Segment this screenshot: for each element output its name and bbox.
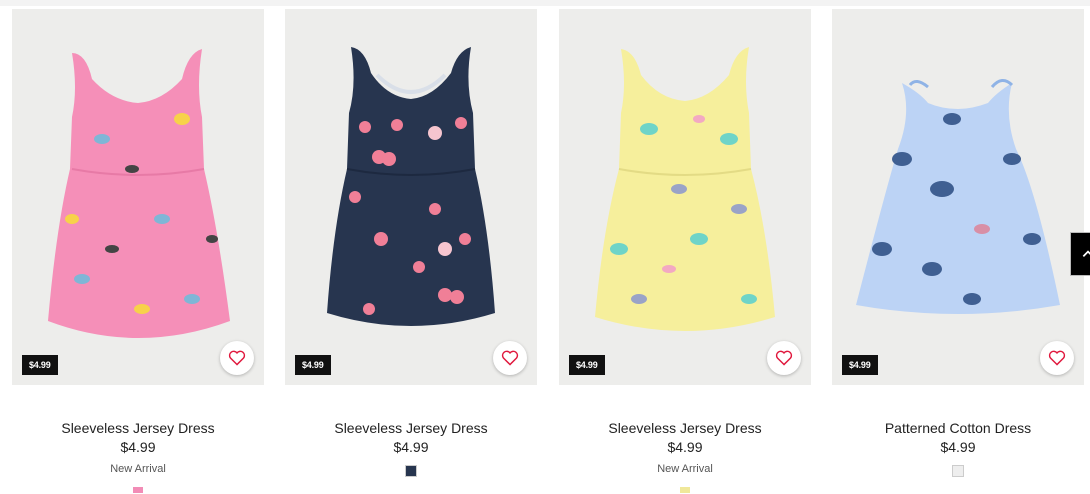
color-swatch[interactable] [133,487,143,493]
product-card-2[interactable]: $4.99 Sleeveless Jersey Dress $4.99 [285,9,537,477]
heart-icon [775,350,793,366]
dress-image-butterfly-yellow [595,47,775,331]
product-image-2[interactable]: $4.99 [285,9,537,385]
product-title[interactable]: Sleeveless Jersey Dress [285,420,537,436]
favorite-button[interactable] [220,341,254,375]
heart-icon [228,350,246,366]
price-tag: $4.99 [295,355,331,375]
product-price: $4.99 [667,439,703,455]
product-image-1[interactable]: $4.99 [12,9,264,385]
product-image-4[interactable]: $4.99 [832,9,1084,385]
color-swatch[interactable] [952,465,964,477]
price-tag: $4.99 [569,355,605,375]
product-title[interactable]: Sleeveless Jersey Dress [559,420,811,436]
product-price: $4.99 [393,439,429,455]
price-tag: $4.99 [22,355,58,375]
favorite-button[interactable] [767,341,801,375]
new-arrival-badge: New Arrival [657,463,713,475]
product-card-3[interactable]: $4.99 Sleeveless Jersey Dress $4.99 New … [559,9,811,493]
product-price: $4.99 [120,439,156,455]
scroll-to-top-button[interactable] [1070,232,1090,276]
product-price: $4.99 [940,439,976,455]
dress-image-cherry-navy [327,47,495,326]
dress-image-butterfly-lightblue [856,79,1060,314]
favorite-button[interactable] [1040,341,1074,375]
new-arrival-badge: New Arrival [110,463,166,475]
color-swatch[interactable] [680,487,690,493]
dress-image-butterfly-pink [48,49,230,338]
arrow-up-icon [1082,250,1090,257]
heart-icon [501,350,519,366]
product-title[interactable]: Patterned Cotton Dress [832,420,1084,436]
product-image-3[interactable]: $4.99 [559,9,811,385]
price-tag: $4.99 [842,355,878,375]
color-swatch[interactable] [405,465,417,477]
product-card-4[interactable]: $4.99 Patterned Cotton Dress $4.99 [832,9,1084,477]
top-divider [0,0,1090,6]
product-card-1[interactable]: $4.99 Sleeveless Jersey Dress $4.99 New … [12,9,264,493]
favorite-button[interactable] [493,341,527,375]
heart-icon [1048,350,1066,366]
product-title[interactable]: Sleeveless Jersey Dress [12,420,264,436]
